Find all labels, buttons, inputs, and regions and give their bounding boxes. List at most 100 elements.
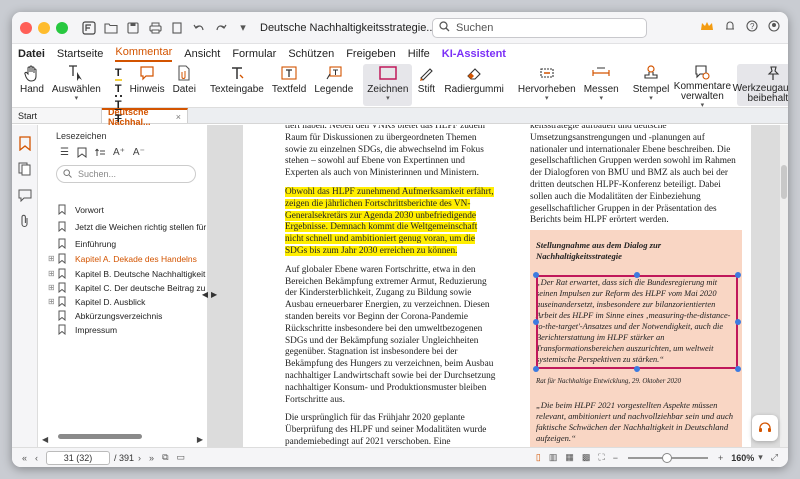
increase-font-icon[interactable]: A⁺: [113, 147, 125, 161]
resize-handle[interactable]: [533, 366, 539, 372]
single-page-view-icon[interactable]: ▯: [536, 452, 541, 463]
scroll-right-icon[interactable]: ▶: [197, 435, 203, 447]
bookmark-item[interactable]: ⊞ Kapitel B. Deutsche Nachhaltigkeit: [48, 268, 207, 279]
strikeout-text-icon[interactable]: T: [115, 113, 122, 125]
menu-hilfe[interactable]: Hilfe: [408, 48, 430, 62]
resize-handle[interactable]: [735, 366, 741, 372]
bookmark-item[interactable]: ⊞ Kapitel C. Der deutsche Beitrag zu: [48, 282, 207, 293]
scroll-left-icon[interactable]: ◀: [42, 435, 48, 447]
callout-button[interactable]: Legende: [310, 64, 357, 106]
highlight-text-icon[interactable]: T: [114, 67, 122, 81]
underline-text-icon[interactable]: T: [115, 99, 122, 111]
bookmark-panel-icon[interactable]: [17, 135, 33, 151]
fit-page-icon[interactable]: ⛶: [598, 452, 604, 463]
next-view-icon[interactable]: »: [149, 453, 154, 463]
document-viewport[interactable]: ▶ tiert haben. Neben den VNKs bietet das…: [208, 125, 788, 447]
stamp-button[interactable]: Stempel ▾: [629, 64, 674, 106]
redo-icon[interactable]: [213, 20, 229, 36]
print-icon[interactable]: [147, 20, 163, 36]
minimize-window-button[interactable]: [38, 21, 50, 34]
undo-icon[interactable]: [191, 20, 207, 36]
open-folder-icon[interactable]: [103, 20, 119, 36]
expand-plus-icon[interactable]: ⊞: [48, 254, 58, 263]
reading-mode-icon[interactable]: ▭: [177, 452, 186, 463]
manage-comments-button[interactable]: Kommentare verwalten ▾: [673, 64, 731, 109]
resize-handle[interactable]: [735, 319, 741, 325]
hand-tool-button[interactable]: Hand: [16, 64, 48, 106]
close-window-button[interactable]: [20, 21, 32, 34]
bookmark-item[interactable]: Abkürzungsverzeichnis: [48, 310, 207, 321]
select-tool-button[interactable]: Auswählen ▾: [48, 64, 105, 106]
menu-kommentar[interactable]: Kommentar: [115, 46, 173, 62]
new-page-icon[interactable]: [169, 20, 185, 36]
fullscreen-icon[interactable]: ⤢: [771, 452, 778, 463]
expand-plus-icon[interactable]: ⊞: [48, 283, 58, 292]
note-button[interactable]: Hinweis: [126, 64, 169, 106]
menu-freigeben[interactable]: Freigeben: [346, 48, 396, 62]
tab-start[interactable]: Start: [12, 108, 102, 123]
menu-formular[interactable]: Formular: [232, 48, 276, 62]
draw-rectangle-button[interactable]: Zeichnen ▾: [363, 64, 413, 106]
crown-icon[interactable]: [700, 20, 714, 35]
page-number-input[interactable]: 31 (32): [46, 450, 111, 465]
decrease-font-icon[interactable]: A⁻: [133, 147, 145, 161]
eraser-button[interactable]: Radiergummi: [440, 64, 507, 106]
bookmark-search-input[interactable]: Suchen...: [56, 165, 196, 183]
continuous-view-icon[interactable]: ▥: [549, 452, 558, 463]
expand-plus-icon[interactable]: ⊞: [48, 297, 58, 306]
typewriter-button[interactable]: Texteingabe: [206, 64, 268, 106]
previous-page-icon[interactable]: ‹: [35, 453, 38, 463]
next-page-icon[interactable]: ›: [138, 453, 141, 463]
zoom-level[interactable]: 160%: [731, 453, 754, 463]
resize-handle[interactable]: [533, 272, 539, 278]
menu-schuetzen[interactable]: Schützen: [288, 48, 334, 62]
zoom-window-button[interactable]: [56, 21, 68, 34]
expand-plus-icon[interactable]: ⊞: [48, 269, 58, 278]
menu-startseite[interactable]: Startseite: [57, 48, 103, 62]
facing-view-icon[interactable]: ▦: [565, 452, 574, 463]
pencil-button[interactable]: Stift: [412, 64, 440, 106]
resize-handle[interactable]: [533, 319, 539, 325]
zoom-in-icon[interactable]: +: [718, 453, 723, 463]
resize-handle[interactable]: [634, 272, 640, 278]
keep-tool-selected-button[interactable]: Werkzeugauswahl beibehalten: [733, 64, 788, 106]
measure-button[interactable]: Messen ▾: [580, 64, 623, 106]
bookmark-item[interactable]: Vorwort: [48, 204, 207, 215]
scrollbar-thumb[interactable]: [781, 165, 787, 199]
zoom-slider[interactable]: [627, 452, 708, 463]
squiggly-text-icon[interactable]: T: [114, 83, 122, 97]
bookmark-item[interactable]: ⊞ Kapitel D. Ausblick: [48, 296, 207, 307]
add-bookmark-icon[interactable]: [77, 147, 87, 161]
close-tab-icon[interactable]: ×: [176, 112, 181, 122]
highlight-annotation[interactable]: Obwohl das HLPF zunehmend Aufmerksamkeit…: [285, 186, 494, 256]
save-icon[interactable]: [125, 20, 141, 36]
vertical-scrollbar[interactable]: [780, 125, 788, 447]
search-input[interactable]: Suchen: [432, 18, 647, 38]
zoom-out-icon[interactable]: −: [613, 453, 618, 463]
previous-view-icon[interactable]: «: [22, 453, 27, 463]
continuous-facing-view-icon[interactable]: ▩: [582, 452, 591, 463]
menu-ansicht[interactable]: Ansicht: [184, 48, 220, 62]
help-icon[interactable]: ?: [746, 20, 758, 35]
rectangle-annotation[interactable]: [536, 275, 738, 369]
text-markup-tools[interactable]: T T T T T T: [111, 64, 126, 153]
bookmark-item[interactable]: ⊞ Kapitel A. Dekade des Handelns: [48, 253, 207, 264]
menu-datei[interactable]: Datei: [18, 48, 45, 62]
zoom-slider-knob[interactable]: [661, 452, 672, 463]
dropdown-chevron-icon[interactable]: ▾: [235, 20, 251, 36]
bookmark-item[interactable]: Jetzt die Weichen richtig stellen für: [48, 221, 207, 232]
textbox-button[interactable]: Textfeld: [268, 64, 310, 106]
expand-panel-icon[interactable]: ▶: [211, 290, 217, 299]
comments-panel-icon[interactable]: [17, 187, 33, 203]
assistant-float-button[interactable]: [752, 415, 778, 441]
notification-bell-icon[interactable]: [724, 20, 736, 35]
bookmark-options-icon[interactable]: ☰: [60, 147, 69, 161]
resize-handle[interactable]: [634, 366, 640, 372]
resize-handle[interactable]: [735, 272, 741, 278]
file-attach-button[interactable]: Datei: [169, 64, 200, 106]
zoom-dropdown-icon[interactable]: ▾: [758, 452, 763, 463]
menu-ki-assistent[interactable]: KI-Assistent: [442, 48, 506, 62]
highlight-area-button[interactable]: Hervorheben ▾: [514, 64, 580, 106]
attachments-panel-icon[interactable]: [17, 213, 33, 229]
account-icon[interactable]: [768, 20, 780, 35]
